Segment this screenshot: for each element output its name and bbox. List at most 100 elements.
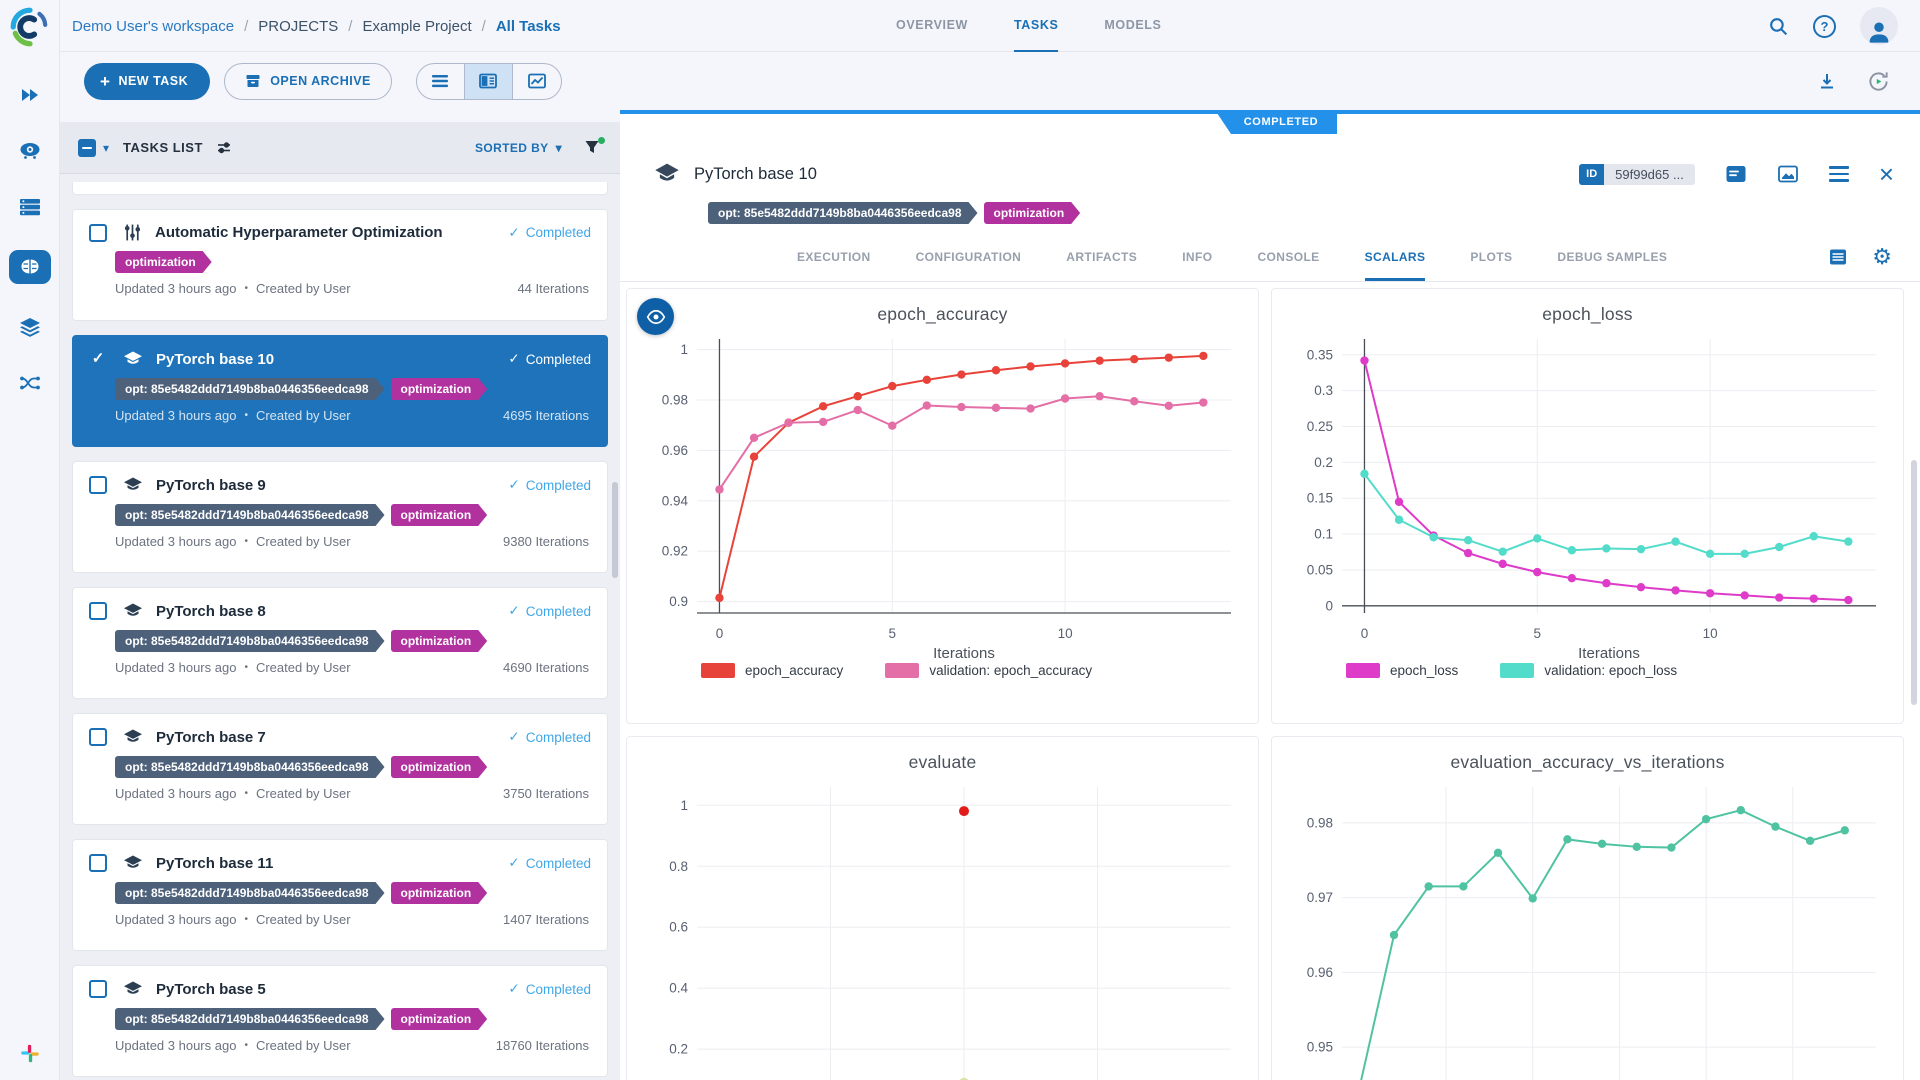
tag-slate: opt: 85e5482ddd7149b8ba0446356eedca98 <box>115 882 385 904</box>
chart-card-epoch_accuracy[interactable]: epoch_accuracy 0.90.920.940.960.9810510It… <box>626 288 1259 724</box>
detail-tab-scalars[interactable]: SCALARS <box>1365 232 1426 281</box>
task-checkbox[interactable] <box>89 980 107 998</box>
task-checkbox[interactable] <box>89 854 107 872</box>
nav-tab-tasks[interactable]: TASKS <box>1014 0 1058 52</box>
task-created-by: Created by User <box>256 660 351 675</box>
detail-tab-execution[interactable]: EXECUTION <box>797 232 871 281</box>
filter-active-dot <box>598 137 605 144</box>
svg-text:0.98: 0.98 <box>661 393 687 408</box>
partial-task-card[interactable] <box>72 182 608 195</box>
task-created-by: Created by User <box>256 408 351 423</box>
legend-label: validation: epoch_accuracy <box>929 663 1092 678</box>
nav-tab-models[interactable]: MODELS <box>1104 0 1161 52</box>
pipelines-icon[interactable] <box>17 370 43 396</box>
detail-tag-slate[interactable]: opt: 85e5482ddd7149b8ba0446356eedca98 <box>708 202 978 224</box>
detail-tab-debug-samples[interactable]: DEBUG SAMPLES <box>1557 232 1667 281</box>
nav-tab-overview[interactable]: OVERVIEW <box>896 0 968 52</box>
task-card[interactable]: PyTorch base 9✓Completedopt: 85e5482ddd7… <box>72 461 608 573</box>
legend-item[interactable]: validation: epoch_accuracy <box>885 663 1092 678</box>
chart-plot-epoch_accuracy: 0.90.920.940.960.9810510Iterations <box>633 329 1253 661</box>
task-id-badge[interactable]: ID 59f99d65 ... <box>1579 164 1695 185</box>
task-status: ✓Completed <box>508 351 591 367</box>
breadcrumb-item[interactable]: Example Project <box>362 18 471 35</box>
download-icon[interactable] <box>1817 71 1837 91</box>
task-card[interactable]: PyTorch base 7✓Completedopt: 85e5482ddd7… <box>72 713 608 825</box>
svg-text:5: 5 <box>888 626 896 641</box>
breadcrumb-item[interactable]: All Tasks <box>496 18 561 35</box>
dashboard-icon[interactable] <box>17 138 43 164</box>
task-checkbox[interactable] <box>89 728 107 746</box>
chart-title: evaluation_accuracy_vs_iterations <box>1272 752 1903 773</box>
graph-visibility-eye-button[interactable] <box>637 298 674 335</box>
menu-icon[interactable] <box>1829 166 1849 181</box>
detail-tab-info[interactable]: INFO <box>1182 232 1212 281</box>
legend-item[interactable]: epoch_loss <box>1346 663 1458 678</box>
tag-slate: opt: 85e5482ddd7149b8ba0446356eedca98 <box>115 630 385 652</box>
select-all-checkbox[interactable] <box>78 139 96 157</box>
table-view-button[interactable] <box>417 64 465 99</box>
split-view-button[interactable] <box>465 64 513 99</box>
sorted-by-button[interactable]: SORTED BY ▾ <box>475 141 562 155</box>
scalars-scrollbar[interactable] <box>1911 460 1917 705</box>
chart-card-evaluate[interactable]: evaluate0.20.40.60.81 <box>626 736 1259 1080</box>
task-card[interactable]: PyTorch base 5✓Completedopt: 85e5482ddd7… <box>72 965 608 1077</box>
legend-item[interactable]: validation: epoch_loss <box>1500 663 1677 678</box>
experiment-icon <box>123 349 143 369</box>
auto-refresh-icon[interactable] <box>1867 70 1890 93</box>
scalars-view: epoch_accuracy 0.90.920.940.960.9810510It… <box>620 282 1920 1080</box>
tasks-list-title: TASKS LIST <box>123 140 203 155</box>
filter-button[interactable] <box>584 139 602 157</box>
task-title: PyTorch base 10 <box>694 165 817 184</box>
settings-gear-icon[interactable]: ⚙ <box>1872 246 1892 268</box>
user-avatar[interactable] <box>1860 7 1898 45</box>
detail-tab-plots[interactable]: PLOTS <box>1470 232 1512 281</box>
task-card[interactable]: ✓PyTorch base 10✓Completedopt: 85e5482dd… <box>72 335 608 447</box>
tag-magenta: optimization <box>391 756 488 778</box>
select-dropdown-caret-icon[interactable]: ▾ <box>103 141 109 155</box>
svg-text:0.8: 0.8 <box>669 859 688 874</box>
chart-area: 00.050.10.150.20.250.30.350510Iterations <box>1272 329 1903 661</box>
new-task-button[interactable]: + NEW TASK <box>84 63 210 100</box>
dot-separator: • <box>244 914 248 925</box>
task-card[interactable]: Automatic Hyperparameter Optimization✓Co… <box>72 209 608 321</box>
chart-card-epoch_loss[interactable]: epoch_loss 00.050.10.150.20.250.30.350510… <box>1271 288 1904 724</box>
projects-experiments-icon[interactable] <box>9 250 51 284</box>
chart-view-button[interactable] <box>513 64 561 99</box>
tasks-toolbar: + NEW TASK OPEN ARCHIVE <box>60 52 1920 110</box>
search-icon[interactable] <box>1768 16 1789 37</box>
getting-started-icon[interactable] <box>17 82 43 108</box>
tasks-list-scrollbar[interactable] <box>612 482 618 578</box>
task-updated: Updated 3 hours ago <box>115 534 236 549</box>
task-card[interactable]: PyTorch base 11✓Completedopt: 85e5482ddd… <box>72 839 608 951</box>
task-checkbox[interactable] <box>89 476 107 494</box>
dot-separator: • <box>244 662 248 673</box>
task-checkbox[interactable] <box>89 602 107 620</box>
task-checkbox[interactable] <box>89 224 107 242</box>
legend-item[interactable]: epoch_accuracy <box>701 663 843 678</box>
list-settings-icon[interactable] <box>215 139 233 157</box>
slack-icon[interactable] <box>19 1043 40 1064</box>
open-archive-button[interactable]: OPEN ARCHIVE <box>224 63 392 100</box>
chart-card-evaluation_accuracy_vs_iterations[interactable]: evaluation_accuracy_vs_iterations0.950.9… <box>1271 736 1904 1080</box>
close-icon[interactable]: × <box>1879 164 1894 184</box>
svg-text:10: 10 <box>1702 626 1717 641</box>
clearml-logo-icon[interactable] <box>9 6 51 48</box>
help-icon[interactable]: ? <box>1813 15 1836 38</box>
detail-tag-magenta[interactable]: optimization <box>984 202 1081 224</box>
detail-tab-configuration[interactable]: CONFIGURATION <box>916 232 1022 281</box>
datasets-layers-icon[interactable] <box>17 314 43 340</box>
detail-tab-artifacts[interactable]: ARTIFACTS <box>1066 232 1137 281</box>
description-icon[interactable] <box>1725 163 1747 185</box>
preview-image-icon[interactable] <box>1777 163 1799 185</box>
breadcrumb-item[interactable]: Demo User's workspace <box>72 18 234 35</box>
task-iterations: 18760 Iterations <box>496 1038 589 1053</box>
selected-check-icon[interactable]: ✓ <box>89 350 107 368</box>
breadcrumb-item[interactable]: PROJECTS <box>258 18 338 35</box>
task-card[interactable]: PyTorch base 8✓Completedopt: 85e5482ddd7… <box>72 587 608 699</box>
workers-queues-icon[interactable] <box>17 194 43 220</box>
scalars-grid: epoch_accuracy 0.90.920.940.960.9810510It… <box>620 282 1906 1080</box>
detail-tab-console[interactable]: CONSOLE <box>1257 232 1319 281</box>
detail-header: PyTorch base 10 ID 59f99d65 ... × <box>654 154 1894 194</box>
metrics-table-icon[interactable] <box>1828 247 1848 267</box>
task-status: ✓Completed <box>508 477 591 493</box>
